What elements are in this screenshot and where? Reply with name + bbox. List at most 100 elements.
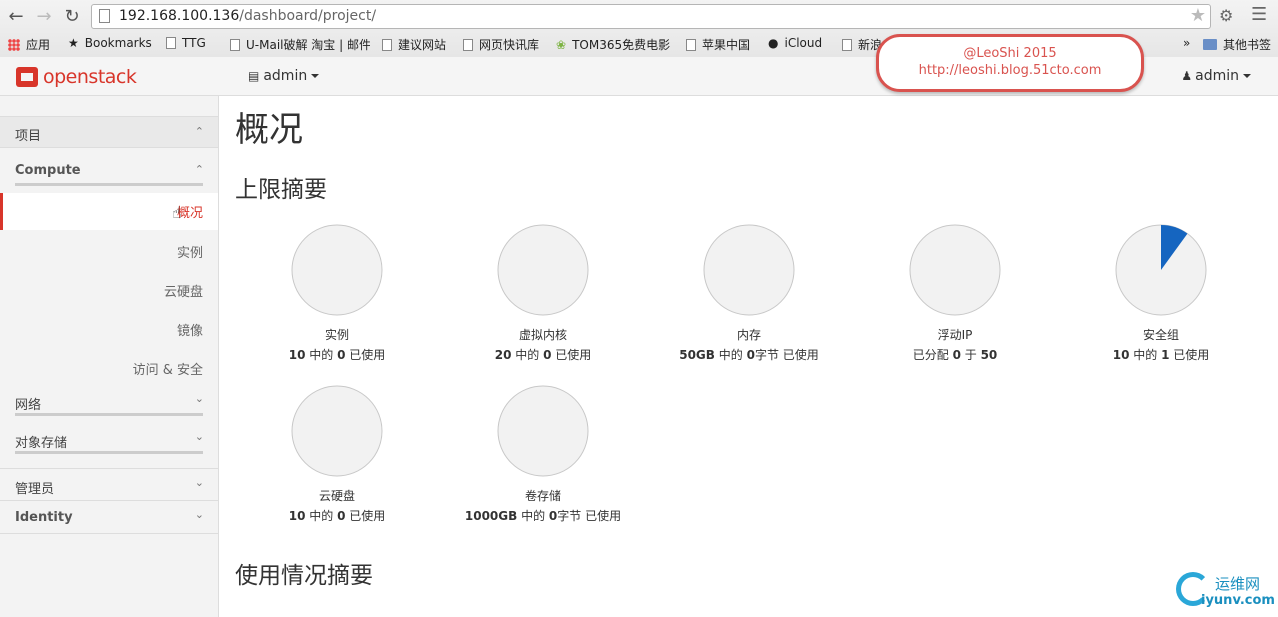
- bookmark-item[interactable]: 应用: [8, 36, 50, 53]
- pie-usage-part: 10: [288, 348, 306, 362]
- bookmark-label: TTG: [182, 36, 206, 50]
- pie-usage-part: 中的: [1129, 348, 1162, 362]
- pie-label: 安全组: [1142, 328, 1179, 342]
- sidebar-section-network[interactable]: 网络 ⌄: [0, 388, 218, 418]
- address-bar[interactable]: 192.168.100.136/dashboard/project/ ★: [91, 4, 1211, 29]
- usage-summary-heading: 使用情况摘要: [235, 563, 373, 589]
- url-text: 192.168.100.136/dashboard/project/: [119, 8, 376, 24]
- pie-label: 实例: [324, 328, 349, 342]
- section-underline: [15, 183, 203, 186]
- back-icon[interactable]: ←: [5, 6, 27, 28]
- pie-label: 内存: [736, 328, 761, 342]
- pie-usage-part: 1000GB: [464, 509, 518, 523]
- pie-background: [291, 385, 383, 477]
- bookmark-item[interactable]: ❀ TOM365免费电影: [556, 36, 670, 53]
- leaf-icon: ❀: [556, 38, 567, 52]
- project-selector[interactable]: ▤ admin: [248, 68, 320, 84]
- sidebar-section-compute[interactable]: Compute ⌃: [0, 156, 218, 190]
- pie-chart: [291, 385, 383, 477]
- page-icon: [463, 39, 473, 51]
- openstack-logo[interactable]: openstack: [16, 66, 137, 88]
- sidebar-section-label: Identity: [15, 510, 73, 525]
- sidebar-item-images[interactable]: 镜像: [177, 320, 203, 339]
- bookmark-item[interactable]: 网页快讯库: [463, 36, 539, 53]
- logo-text: openstack: [43, 66, 137, 88]
- project-selector-label: admin: [263, 68, 308, 84]
- url-path: /dashboard/project/: [239, 8, 377, 24]
- sidebar-item-access-security[interactable]: 访问 & 安全: [133, 359, 203, 378]
- pie-usage-part: 已使用: [1169, 348, 1210, 362]
- quota-pie: 云硬盘 10 中的 0 已使用: [237, 385, 437, 524]
- bookmark-item[interactable]: TTG: [166, 36, 206, 50]
- star-icon: ★: [68, 36, 79, 50]
- pie-chart: [497, 385, 589, 477]
- pie-background: [909, 224, 1001, 316]
- limit-summary-heading: 上限摘要: [235, 177, 327, 203]
- page-icon: [99, 9, 110, 23]
- page-icon: [382, 39, 392, 51]
- bookmark-star-icon[interactable]: ★: [1190, 5, 1206, 26]
- other-bookmarks[interactable]: 其他书签: [1203, 36, 1271, 53]
- bookmarks-overflow[interactable]: »: [1183, 36, 1190, 50]
- page-icon: [166, 37, 176, 49]
- apps-icon: [8, 39, 20, 51]
- sidebar-section-admin[interactable]: 管理员 ⌄: [0, 468, 218, 501]
- folder-icon: [1203, 39, 1217, 50]
- bookmark-item[interactable]: ★ Bookmarks: [68, 36, 152, 50]
- sidebar-item-volumes[interactable]: 云硬盘: [164, 281, 203, 300]
- reload-icon[interactable]: ↻: [61, 6, 83, 28]
- page-title: 概况: [235, 110, 303, 150]
- quota-pie: 内存 50GB 中的 0字节 已使用: [649, 224, 849, 363]
- sidebar-section-label: 对象存储: [15, 436, 68, 451]
- menu-icon[interactable]: ☰: [1251, 4, 1267, 25]
- user-icon: ♟: [1181, 69, 1193, 83]
- quota-pie: 实例 10 中的 0 已使用: [237, 224, 437, 363]
- bookmark-item[interactable]: 苹果中国: [686, 36, 750, 53]
- forward-icon[interactable]: →: [33, 6, 55, 28]
- quota-pie: 安全组 10 中的 1 已使用: [1061, 224, 1261, 363]
- pie-usage-text: 1000GB 中的 0字节 已使用: [443, 507, 643, 524]
- site-logo-domain: iyunv.com: [1201, 593, 1275, 608]
- extension-icon[interactable]: ⚙: [1219, 6, 1233, 25]
- pie-usage-text: 10 中的 0 已使用: [237, 507, 437, 524]
- pie-usage-part: 字节 已使用: [557, 509, 622, 523]
- chevron-down-icon: ⌄: [194, 430, 204, 443]
- sidebar-section-label: 管理员: [15, 482, 55, 497]
- page-icon: [686, 39, 696, 51]
- other-bookmarks-label: 其他书签: [1223, 38, 1272, 52]
- apple-icon: ●: [768, 36, 779, 50]
- sidebar-section-object-storage[interactable]: 对象存储 ⌄: [0, 426, 218, 456]
- pie-chart: [497, 224, 589, 316]
- bookmark-item[interactable]: U-Mail破解 淘宝 | 邮件: [230, 36, 370, 53]
- pie-usage-part: 10: [288, 509, 306, 523]
- sidebar-section-project[interactable]: 项目 ⌃: [0, 116, 218, 148]
- bookmark-item[interactable]: 建议网站: [382, 36, 446, 53]
- pie-usage-part: 于: [960, 348, 981, 362]
- pie-chart: [909, 224, 1001, 316]
- bookmark-label: 应用: [26, 38, 51, 52]
- sidebar-section-identity[interactable]: Identity ⌄: [0, 501, 218, 534]
- pie-usage-part: 10: [1112, 348, 1130, 362]
- pie-usage-part: 20: [494, 348, 512, 362]
- pie-usage-part: 已使用: [345, 348, 386, 362]
- caret-down-icon: [311, 74, 320, 78]
- bookmark-label: Bookmarks: [84, 36, 152, 50]
- url-host: 192.168.100.136: [119, 8, 240, 24]
- site-logo-text: 运维网: [1215, 575, 1261, 593]
- quota-pie: 卷存储 1000GB 中的 0字节 已使用: [443, 385, 643, 524]
- sidebar-item-instances[interactable]: 实例: [177, 242, 203, 261]
- section-underline: [15, 451, 203, 454]
- bookmark-item[interactable]: ● iCloud: [768, 36, 822, 50]
- watermark-line1: @LeoShi 2015: [963, 46, 1057, 61]
- pie-usage-part: 字节 已使用: [754, 348, 819, 362]
- caret-down-icon: [1243, 74, 1251, 78]
- bookmark-label: 网页快讯库: [479, 38, 540, 52]
- watermark-line2: http://leoshi.blog.51cto.com: [918, 63, 1102, 78]
- bookmark-label: TOM365免费电影: [572, 38, 671, 52]
- pie-usage-part: 中的: [511, 348, 544, 362]
- user-menu[interactable]: ♟ admin: [1181, 68, 1251, 84]
- pie-usage-text: 10 中的 1 已使用: [1061, 346, 1261, 363]
- bookmark-label: 苹果中国: [702, 38, 751, 52]
- bookmark-label: 建议网站: [398, 38, 447, 52]
- main-content: 概况 上限摘要 实例 10 中的 0 已使用 虚拟内核 20 中的 0 已使用 内存 50…: [219, 96, 1278, 617]
